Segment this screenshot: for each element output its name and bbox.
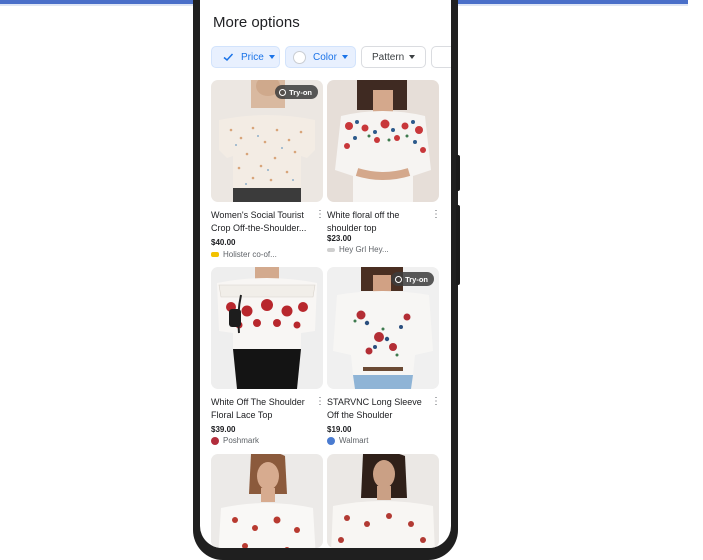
phone-power-button bbox=[456, 155, 460, 191]
price-filter-chip[interactable]: Price bbox=[211, 46, 280, 68]
phone-volume-button bbox=[456, 205, 460, 285]
page-title: More options bbox=[213, 14, 300, 31]
product-name[interactable]: STARVNC Long Sleeve Off the Shoulder bbox=[327, 396, 427, 422]
product-image bbox=[327, 80, 439, 202]
try-on-badge[interactable]: Try-on bbox=[275, 85, 318, 99]
product-price: $40.00 bbox=[211, 238, 236, 247]
merchant: Poshmark bbox=[211, 436, 259, 445]
chevron-down-icon bbox=[409, 55, 416, 59]
try-on-icon bbox=[395, 275, 403, 283]
product-image: Try-on bbox=[211, 80, 323, 202]
merchant: Hey Grl Hey... bbox=[327, 245, 389, 254]
product-image bbox=[211, 454, 323, 548]
product-image bbox=[211, 267, 323, 389]
walmart-logo-icon bbox=[327, 436, 335, 445]
pattern-filter-chip[interactable]: Pattern bbox=[361, 46, 426, 68]
product-price: $39.00 bbox=[211, 425, 236, 434]
more-vert-icon[interactable]: ⋮ bbox=[431, 210, 441, 220]
try-on-label: Try-on bbox=[405, 274, 428, 284]
product-price: $23.00 bbox=[327, 234, 352, 243]
try-on-label: Try-on bbox=[289, 87, 312, 97]
product-image bbox=[327, 454, 439, 548]
more-vert-icon[interactable]: ⋮ bbox=[431, 397, 441, 407]
color-filter-chip[interactable]: Color bbox=[285, 46, 356, 68]
try-on-badge[interactable]: Try-on bbox=[391, 272, 434, 286]
chevron-down-icon bbox=[268, 55, 275, 59]
poshmark-logo-icon bbox=[211, 436, 219, 445]
merchant-name: Hey Grl Hey... bbox=[339, 245, 389, 254]
merchant-name: Poshmark bbox=[223, 436, 260, 445]
merchant-logo-icon bbox=[211, 252, 219, 257]
check-icon bbox=[223, 53, 234, 62]
merchant-logo-icon bbox=[327, 247, 335, 252]
merchant: Walmart bbox=[327, 436, 368, 445]
merchant: Holister co-of... bbox=[211, 250, 277, 259]
product-name[interactable]: White Off The Shoulder Floral Lace Top bbox=[211, 396, 311, 422]
pattern-chip-label: Pattern bbox=[372, 51, 405, 63]
price-chip-label: Price bbox=[241, 51, 264, 63]
product-name[interactable]: White floral off the shoulder top bbox=[327, 209, 427, 235]
merchant-name: Holister co-of... bbox=[223, 250, 277, 259]
chevron-down-icon bbox=[341, 55, 348, 59]
phone-screen: More options Price Color Pattern Try-on … bbox=[200, 0, 451, 548]
filter-chips: Price Color Pattern bbox=[211, 46, 451, 68]
merchant-name: Walmart bbox=[339, 436, 369, 445]
color-chip-label: Color bbox=[313, 51, 337, 63]
product-name[interactable]: Women's Social Tourist Crop Off-the-Shou… bbox=[211, 209, 311, 235]
more-vert-icon[interactable]: ⋮ bbox=[315, 397, 325, 407]
product-image: Try-on bbox=[327, 267, 439, 389]
more-vert-icon[interactable]: ⋮ bbox=[315, 210, 325, 220]
product-price: $19.00 bbox=[327, 425, 352, 434]
try-on-icon bbox=[279, 88, 287, 96]
color-swatch-icon bbox=[293, 50, 306, 64]
more-filter-chip[interactable] bbox=[431, 46, 451, 68]
